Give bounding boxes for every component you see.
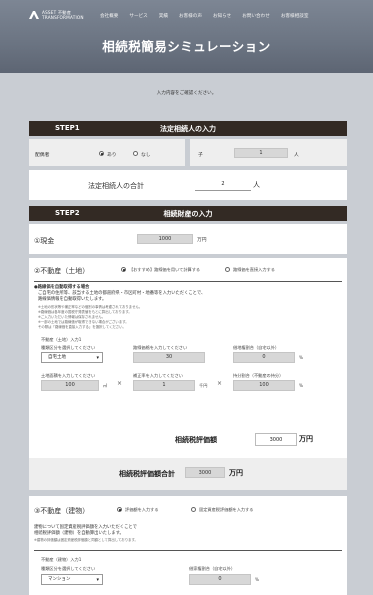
nav-item-contact[interactable]: お問い合わせ [242,13,270,19]
building-sub-label: 不動産（建物）入力1 [41,557,82,562]
land-label: ②不動産（土地） [34,267,90,275]
land-option-auto-label: 【おすすめ】路線価を用いて計算する [129,267,201,272]
spouse-no-label: なし [141,153,151,158]
building-label: ③不動産（建物） [34,507,90,515]
building-option-fixed-label: 固定資産税評価額を入力する [199,507,254,512]
land-divider [34,281,342,282]
land-adj-input[interactable]: 1 [133,380,195,391]
step2-header: STEP2 相続財産の入力 [29,206,347,221]
land-option-manual-radio[interactable] [225,267,230,272]
nav-item-consult[interactable]: お客様相談室 [281,13,309,19]
land-section: ②不動産（土地） 【おすすめ】路線価を用いて計算する 路線価を直接入力する ●路… [29,258,347,458]
land-eval-value: 3000 [255,433,297,446]
land-price-label: 路線価格を入力してください [133,345,188,350]
children-input[interactable]: 1 [234,148,288,158]
land-ratio-label: 借地権割合（自宅以外） [233,345,280,350]
nav-item-voice[interactable]: お客様の声 [179,13,202,19]
building-ratio-label: 借家権割合（自宅以外） [189,566,236,571]
multiply-icon: × [217,380,223,387]
building-option-eval-radio[interactable] [117,507,122,512]
step1-title: 法定相続人の入力 [160,125,216,133]
building-divider [34,550,342,551]
spouse-yes-label: あり [107,153,117,158]
spouse-label: 配偶者 [35,153,50,158]
land-note-6: ※一部の土地では路線価が取得できない場合がございます。 [38,320,129,324]
heirs-total-row: 法定相続人の合計 2 人 [29,170,347,200]
land-share-unit: % [299,383,303,388]
land-eval-unit: 万円 [299,435,313,443]
children-unit: 人 [294,153,299,158]
building-note-3: ※建物の評価額は固定資産税評価額と同額として算出しております。 [34,538,138,542]
cash-row: ①現金 1000 万円 [29,224,347,254]
cash-label: ①現金 [34,237,55,245]
nav-item-company[interactable]: 会社概要 [100,13,118,19]
land-adj-unit: 千円 [199,383,208,388]
building-note-2: 相続税評価額（建物）を自動算出いたします。 [34,531,124,536]
land-note-5: ※ご入力いただいた情報は保存されません。 [38,315,106,319]
step2-title: 相続財産の入力 [163,210,213,218]
asset-total-value: 3000 [185,467,225,478]
hero-header: ASSET 不動産 TRANSFORMATION 会社概要 サービス 実績 お客… [0,0,373,73]
heirs-total-unit: 人 [253,181,260,189]
heirs-total-value: 2 [195,179,251,191]
step1-header: STEP1 法定相続人の入力 [29,121,347,136]
land-eval-label: 相続税評価額 [175,436,217,444]
building-section: ③不動産（建物） 評価額を入力する 固定資産税評価額を入力する 建物について固定… [29,496,347,595]
children-panel: 子 1 人 [190,139,347,166]
nav-item-service[interactable]: サービス [129,13,147,19]
children-label: 子 [198,153,203,158]
building-ratio-unit: % [255,577,259,582]
land-adj-label: 補正率を入力してください [133,373,183,378]
building-option-eval-label: 評価額を入力する [125,507,159,512]
land-share-label: 持分割合（不動産の持分） [233,373,284,378]
land-option-auto-radio[interactable] [121,267,126,272]
spouse-yes-radio[interactable] [99,151,104,156]
logo-mark-icon [29,11,39,19]
cash-unit: 万円 [197,238,207,243]
land-price-input[interactable]: 30 [133,352,205,363]
asset-total-label: 相続税評価額合計 [119,470,175,478]
land-type-label: 種類区分を選択してください [41,345,96,350]
nav-item-news[interactable]: お知らせ [213,13,231,19]
land-ratio-input[interactable]: 0 [233,352,295,363]
land-ratio-unit: % [299,355,303,360]
land-note-2: 路線価情報を自動取得いたします。 [38,297,107,302]
cash-input[interactable]: 1000 [137,234,193,244]
multiply-icon: × [117,380,123,387]
land-area-input[interactable]: 100 [41,380,99,391]
nav-item-results[interactable]: 実績 [159,13,168,19]
intro-text: 入力内容をご確認ください。 [156,91,217,96]
land-note-4: ※路線価は各年度の国税庁発表値をもとに算出しております。 [38,310,132,314]
logo-text: ASSET 不動産 TRANSFORMATION [42,10,84,20]
heirs-total-label: 法定相続人の合計 [88,182,144,190]
building-option-fixed-radio[interactable] [191,507,196,512]
asset-total-unit: 万円 [229,469,243,477]
land-type-select[interactable]: 自宅土地 [41,352,103,363]
land-note-3: ※土地の形状等や補正率などの個別の事情は考慮されておりません。 [38,305,143,309]
building-type-select[interactable]: マンション [41,574,103,585]
main-nav: 会社概要 サービス 実績 お客様の声 お知らせ お問い合わせ お客様相談室 [100,13,319,19]
logo[interactable]: ASSET 不動産 TRANSFORMATION [29,10,84,20]
asset-total-row: 相続税評価額合計 3000 万円 [29,458,347,490]
land-share-input[interactable]: 100 [233,380,295,391]
land-sub-label: 不動産（土地）入力1 [41,337,82,342]
land-area-unit: ㎡ [103,383,108,388]
page-title: 相続税簡易シミュレーション [102,39,271,54]
building-type-label: 種類区分を選択してください [41,566,96,571]
spouse-panel: 配偶者 あり なし [29,139,185,166]
land-option-manual-label: 路線価を直接入力する [233,267,275,272]
building-ratio-input[interactable]: 0 [189,574,251,585]
land-area-label: 土地面積を入力してください [41,373,96,378]
spouse-no-radio[interactable] [133,151,138,156]
land-note-7: その際は「路線価を直接入力する」を選択してください。 [38,325,126,329]
